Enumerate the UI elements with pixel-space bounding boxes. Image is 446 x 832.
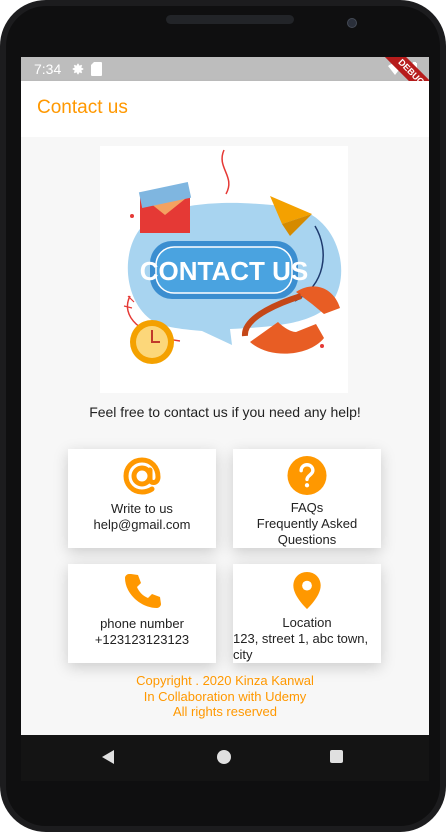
app-screen: 7:34 DEBUG Contact us CONTACT US Feel fr… <box>21 57 429 735</box>
location-card[interactable]: Location 123, street 1, abc town, city <box>233 564 381 663</box>
card-title: FAQs <box>290 500 324 515</box>
back-icon[interactable] <box>101 749 115 765</box>
card-detail: +123123123123 <box>94 632 190 647</box>
faq-card[interactable]: FAQs Frequently Asked Questions <box>233 449 381 548</box>
card-detail: 123, street 1, abc town, city <box>233 631 369 662</box>
at-sign-icon <box>123 457 161 495</box>
help-tagline: Feel free to contact us if you need any … <box>89 404 361 420</box>
email-card[interactable]: Write to us help@gmail.com <box>68 449 216 548</box>
question-mark-icon <box>287 455 327 496</box>
status-bar: 7:34 DEBUG <box>21 57 429 107</box>
page-body: CONTACT US Feel free to contact us if yo… <box>21 137 429 735</box>
app-bar: Contact us <box>21 81 429 137</box>
gear-icon <box>73 63 84 75</box>
phone-icon <box>125 574 161 608</box>
footer-line: Copyright . 2020 Kinza Kanwal <box>136 673 314 688</box>
sd-card-icon <box>91 62 103 76</box>
page-title: Contact us <box>37 97 128 118</box>
contact-illustration: CONTACT US <box>100 146 348 393</box>
copyright-footer: Copyright . 2020 Kinza Kanwal In Collabo… <box>21 673 429 720</box>
system-nav-bar <box>21 735 429 781</box>
speaker-grille <box>166 15 294 24</box>
phone-card[interactable]: phone number +123123123123 <box>68 564 216 663</box>
recent-apps-icon[interactable] <box>330 750 343 763</box>
card-detail: Frequently Asked Questions <box>256 516 358 547</box>
footer-line: In Collaboration with Udemy <box>143 688 307 704</box>
card-title: Location <box>282 615 332 630</box>
card-title: Write to us <box>111 501 173 516</box>
front-camera <box>347 18 357 28</box>
card-title: phone number <box>100 616 184 631</box>
status-time: 7:34 <box>34 61 62 77</box>
home-icon[interactable] <box>217 750 231 764</box>
card-detail: help@gmail.com <box>93 517 191 532</box>
contact-banner-text: CONTACT US <box>140 256 309 286</box>
location-pin-icon <box>293 571 321 610</box>
footer-line: All rights reserved <box>172 704 278 719</box>
